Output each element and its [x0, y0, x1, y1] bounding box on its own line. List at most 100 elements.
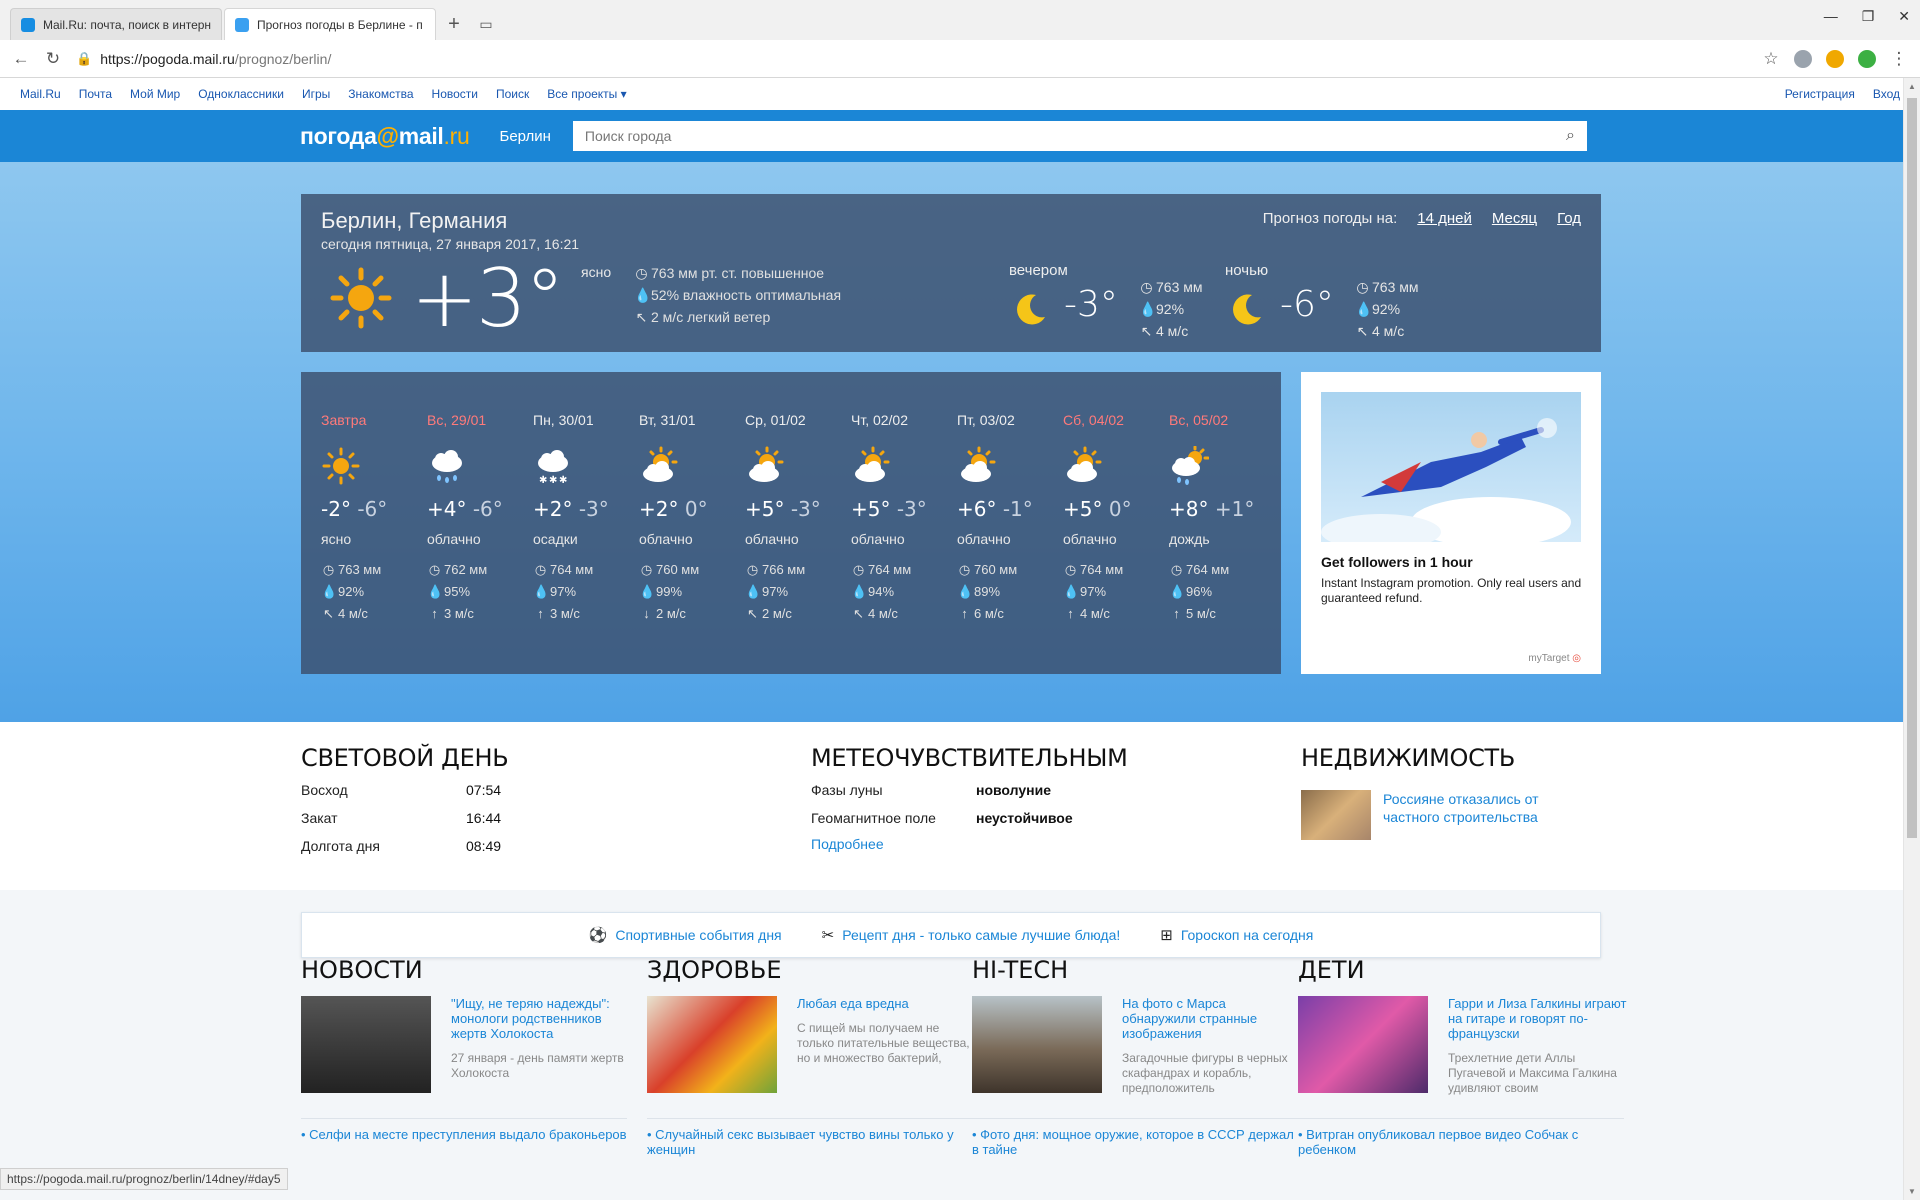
portal-link-mail[interactable]: Почта — [79, 87, 112, 101]
news-column-title: HI-TECH — [972, 956, 1069, 984]
news-item[interactable]: Любая еда вредна С пищей мы получаем не т… — [647, 996, 977, 1093]
sports-events-link[interactable]: ⚽ Спортивные события дня — [589, 926, 782, 944]
wind-arrow-icon: ↖ — [323, 606, 334, 621]
day-temps: +6° -1° — [957, 497, 1057, 521]
news-foot-link[interactable]: • Витрган опубликовал первое видео Собча… — [1298, 1118, 1624, 1157]
part-wind: 4 м/с — [1156, 323, 1189, 339]
pressure-icon: ◷ — [852, 562, 865, 577]
extension-icon[interactable] — [1794, 49, 1812, 68]
meteo-more-link[interactable]: Подробнее — [811, 836, 1128, 852]
menu-dots-icon[interactable]: ⋮ — [1890, 49, 1908, 69]
forecast-14-days-link[interactable]: 14 дней — [1417, 210, 1472, 227]
day-temp-min: -1° — [1002, 497, 1033, 521]
login-link[interactable]: Вход — [1873, 87, 1900, 101]
day-temp-min: -6° — [357, 497, 388, 521]
news-foot-link[interactable]: • Случайный секс вызывает чувство вины т… — [647, 1118, 973, 1157]
link-label: Гороскоп на сегодня — [1180, 927, 1314, 943]
part-humidity: 92% — [1156, 301, 1185, 317]
portal-link-search[interactable]: Поиск — [496, 87, 529, 101]
pressure-icon: ◷ — [958, 562, 971, 577]
portal-link-mailru[interactable]: Mail.Ru — [20, 87, 61, 101]
forecast-day[interactable]: Сб, 04/02 +5° 0° облачно ◷ 764 мм 💧97% ↑ 4 м/с — [1063, 412, 1163, 625]
back-icon[interactable]: ← — [12, 49, 30, 69]
forecast-day[interactable]: Чт, 02/02 +5° -3° облачно ◷ 764 мм 💧94% ↖ 4 м/с — [851, 412, 951, 625]
row-key: Геомагнитное поле — [811, 810, 936, 826]
part-pressure: 763 мм — [1156, 279, 1203, 295]
day-wind: 3 м/с — [550, 606, 580, 621]
partly-cloudy-icon — [855, 446, 890, 482]
portal-link-news[interactable]: Новости — [432, 87, 478, 101]
day-condition: ясно — [321, 531, 352, 547]
forecast-year-link[interactable]: Год — [1557, 210, 1581, 227]
reload-icon[interactable]: ↻ — [44, 49, 62, 69]
forecast-day[interactable]: Вс, 05/02 +8° +1° дождь ◷ 764 мм 💧96% ↑ 5 м/с — [1169, 412, 1269, 625]
recipe-link[interactable]: ✂ Рецепт дня - только самые лучшие блюда! — [822, 926, 1121, 944]
day-name: Сб, 04/02 — [1063, 412, 1124, 428]
extension-icon[interactable] — [1826, 49, 1844, 68]
news-foot-link[interactable]: • Селфи на месте преступления выдало бра… — [301, 1118, 627, 1142]
soccer-ball-icon: ⚽ — [588, 927, 608, 944]
row-value: 07:54 — [466, 782, 502, 798]
pressure-icon: ◷ — [534, 562, 547, 577]
news-item[interactable]: На фото с Марса обнаружили странные изоб… — [972, 996, 1302, 1096]
extension-icon[interactable] — [1858, 49, 1876, 68]
browser-tab-mailru[interactable]: Mail.Ru: почта, поиск в интерн — [10, 8, 222, 40]
humidity-drop-icon: 💧 — [1355, 301, 1373, 317]
partly-cloudy-icon — [1067, 446, 1102, 482]
portal-link-ok[interactable]: Одноклассники — [198, 87, 284, 101]
portal-link-all-projects[interactable]: Все проекты ▾ — [547, 87, 626, 101]
forecast-day[interactable]: Вт, 31/01 +2° 0° облачно ◷ 760 мм 💧99% ↓ 2 м/с — [639, 412, 739, 625]
url-field[interactable]: 🔒 https://pogoda.mail.ru/prognoz/berlin/ — [76, 45, 1748, 73]
page-scrollbar[interactable]: ▲ ▼ — [1903, 78, 1920, 1200]
scrollbar-thumb[interactable] — [1907, 98, 1917, 838]
current-city[interactable]: Берлин — [499, 128, 550, 145]
horoscope-link[interactable]: ⊞ Гороскоп на сегодня — [1160, 926, 1313, 944]
register-link[interactable]: Регистрация — [1785, 87, 1855, 101]
day-temp-max: +5° — [1063, 497, 1103, 521]
day-humidity: 97% — [762, 584, 789, 599]
meteo-title: МЕТЕОЧУВСТВИТЕЛЬНЫМ — [811, 744, 1128, 772]
humidity-drop-icon: 💧 — [1169, 584, 1186, 599]
new-tab-icon[interactable]: + — [438, 8, 470, 40]
news-item[interactable]: "Ищу, не теряю надежды": монологи родств… — [301, 996, 631, 1093]
city-search-input[interactable] — [584, 128, 1476, 144]
minimize-icon[interactable]: — — [1824, 8, 1838, 25]
pogoda-logo[interactable]: погода@mail.ru — [300, 122, 470, 150]
forecast-day[interactable]: Вс, 29/01 +4° -6° облачно ◷ 762 мм 💧95% ↑ 3 м/с — [427, 412, 527, 625]
search-icon[interactable]: ⌕ — [1566, 127, 1575, 145]
forecast-month-link[interactable]: Месяц — [1492, 210, 1537, 227]
restore-icon[interactable]: ❐ — [1862, 8, 1875, 25]
humidity-drop-icon: 💧 — [321, 584, 338, 599]
part-pressure: 763 мм — [1372, 279, 1419, 295]
night-forecast: ночью -6° ◷ 763 мм 💧92% ↖ 4 м/с — [1225, 262, 1419, 339]
forecast-day[interactable]: Пн, 30/01 ✱ ✱ ✱ +2° -3° осадки ◷ 764 мм 💧97% ↑ 3 м… — [533, 412, 633, 625]
portal-link-games[interactable]: Игры — [302, 87, 330, 101]
day-humidity: 96% — [1186, 584, 1213, 599]
lock-icon: 🔒 — [76, 50, 93, 66]
portal-link-myworld[interactable]: Мой Мир — [130, 87, 180, 101]
scroll-down-icon[interactable]: ▼ — [1908, 1187, 1916, 1196]
link-label: Рецепт дня - только самые лучшие блюда! — [842, 927, 1121, 943]
ad-banner[interactable]: Get followers in 1 hour Instant Instagra… — [1301, 372, 1601, 674]
news-foot-link[interactable]: • Фото дня: мощное оружие, которое в ССС… — [972, 1118, 1298, 1157]
scroll-up-icon[interactable]: ▲ — [1908, 82, 1916, 91]
day-temp-min: 0° — [1108, 497, 1132, 521]
bookmark-star-icon[interactable]: ☆ — [1762, 49, 1780, 69]
logo-part: .ru — [443, 122, 470, 149]
part-label: вечером — [1009, 262, 1068, 279]
part-label: ночью — [1225, 262, 1269, 279]
tab-menu-icon[interactable]: ▭ — [470, 8, 502, 40]
day-wind: 4 м/с — [1080, 606, 1110, 621]
day-temp-max: +5° — [745, 497, 785, 521]
forecast-day[interactable]: Пт, 03/02 +6° -1° облачно ◷ 760 мм 💧89% ↑ 6 м/с — [957, 412, 1057, 625]
day-condition: дождь — [1169, 531, 1210, 547]
close-icon[interactable]: ✕ — [1898, 8, 1910, 25]
portal-link-dating[interactable]: Знакомства — [348, 87, 413, 101]
forecast-day[interactable]: Завтра -2° -6° ясно ◷ 763 мм 💧92% ↖ 4 м/с — [321, 412, 421, 625]
svg-text:✱: ✱ — [549, 475, 557, 486]
tab-label: Mail.Ru: почта, поиск в интерн — [43, 17, 211, 32]
estate-item[interactable]: Россияне отказались от частного строител… — [1301, 790, 1563, 840]
forecast-day[interactable]: Ср, 01/02 +5° -3° облачно ◷ 766 мм 💧97% ↖ 2 м/с — [745, 412, 845, 625]
browser-tab-weather[interactable]: Прогноз погоды в Берлине - п — [224, 8, 436, 40]
news-item[interactable]: Гарри и Лиза Галкины играют на гитаре и … — [1298, 996, 1628, 1096]
